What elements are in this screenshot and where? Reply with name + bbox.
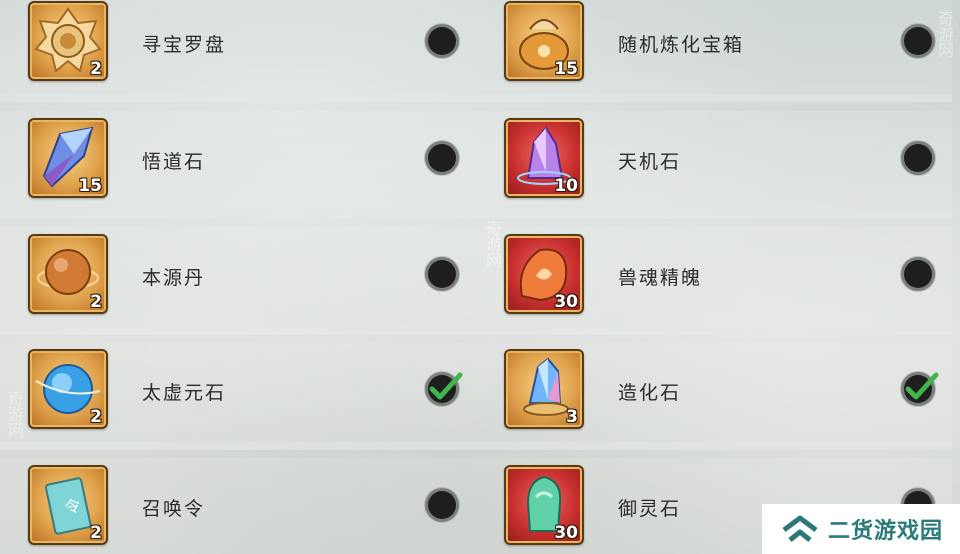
- item-count: 30: [554, 523, 578, 543]
- item-name: 召唤令: [142, 498, 206, 520]
- item-name: 本源丹: [142, 267, 206, 289]
- chevron-logo-icon: [782, 515, 818, 542]
- list-item[interactable]: 3 造化石: [476, 342, 952, 450]
- select-radio[interactable]: [428, 491, 456, 519]
- orange-pill-icon: 2: [28, 234, 108, 314]
- jade-stone-icon: 30: [504, 465, 584, 545]
- item-list-right: 15 随机炼化宝箱 10 天机石 30 兽魂精魄 3 造化石 30 御灵石: [476, 0, 952, 554]
- item-count: 2: [90, 523, 102, 543]
- watermark: 奇游网: [5, 390, 24, 438]
- watermark: 奇游网: [935, 10, 954, 58]
- brand-text: 二货游戏园: [828, 519, 944, 544]
- list-item[interactable]: 15 悟道石: [0, 111, 476, 219]
- select-radio[interactable]: [428, 27, 456, 55]
- item-count: 15: [78, 176, 102, 196]
- watermark: 奇游网: [483, 220, 502, 268]
- beast-soul-icon: 30: [504, 234, 584, 314]
- select-radio[interactable]: [428, 372, 463, 403]
- select-radio[interactable]: [904, 144, 932, 172]
- list-item[interactable]: 15 随机炼化宝箱: [476, 0, 952, 102]
- rainbow-crystal-icon: 3: [504, 349, 584, 429]
- item-name: 兽魂精魄: [618, 267, 703, 289]
- select-radio[interactable]: [904, 27, 932, 55]
- list-item[interactable]: 10 天机石: [476, 111, 952, 219]
- item-count: 3: [566, 407, 578, 427]
- blue-orb-icon: 2: [28, 349, 108, 429]
- purple-crystal-icon: 10: [504, 118, 584, 198]
- item-count: 2: [90, 407, 102, 427]
- list-item[interactable]: 30 兽魂精魄: [476, 227, 952, 335]
- summon-token-icon: 令 2: [28, 465, 108, 545]
- list-item[interactable]: 2 太虚元石: [0, 342, 476, 450]
- brand-badge: 二货游戏园: [762, 504, 960, 554]
- item-count: 2: [90, 292, 102, 312]
- item-name: 天机石: [618, 151, 682, 173]
- checkmark-icon: [905, 372, 939, 400]
- item-name: 随机炼化宝箱: [618, 34, 745, 56]
- item-count: 30: [554, 292, 578, 312]
- select-radio[interactable]: [904, 260, 932, 288]
- treasure-bag-icon: 15: [504, 1, 584, 81]
- list-item[interactable]: 2 寻宝罗盘: [0, 0, 476, 102]
- item-name: 造化石: [618, 382, 682, 404]
- item-count: 10: [554, 176, 578, 196]
- list-item[interactable]: 令 2 召唤令: [0, 458, 476, 554]
- item-list-left: 2 寻宝罗盘 15 悟道石 2 本源丹 2 太虚元石 令 2 召唤令: [0, 0, 476, 554]
- select-radio[interactable]: [904, 372, 939, 403]
- item-name: 太虚元石: [142, 382, 227, 404]
- item-name: 寻宝罗盘: [142, 34, 227, 56]
- item-count: 2: [90, 59, 102, 79]
- list-item[interactable]: 2 本源丹: [0, 227, 476, 335]
- select-radio[interactable]: [428, 144, 456, 172]
- checkmark-icon: [429, 372, 463, 400]
- item-name: 悟道石: [142, 151, 206, 173]
- item-count: 15: [554, 59, 578, 79]
- compass-icon: 2: [28, 1, 108, 81]
- blue-crystal-icon: 15: [28, 118, 108, 198]
- select-radio[interactable]: [428, 260, 456, 288]
- item-name: 御灵石: [618, 498, 682, 520]
